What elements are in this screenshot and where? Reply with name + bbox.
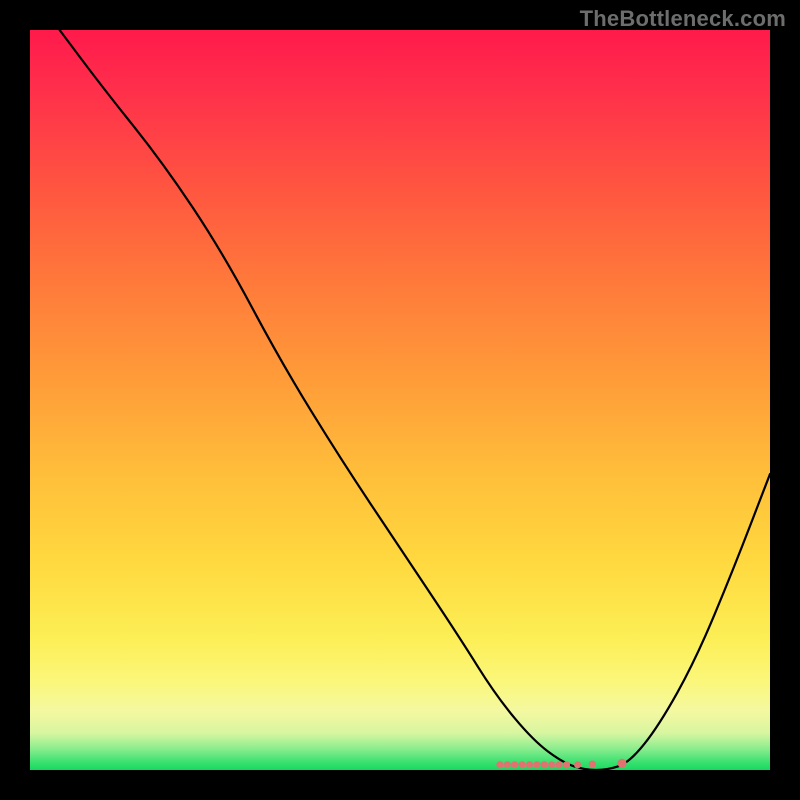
marker-dot <box>504 761 511 768</box>
marker-dot <box>519 761 526 768</box>
marker-dot <box>548 761 555 768</box>
watermark-text: TheBottleneck.com <box>580 6 786 32</box>
marker-dot <box>574 761 581 768</box>
marker-dot <box>556 761 563 768</box>
marker-dot <box>618 759 627 768</box>
marker-dot <box>541 761 548 768</box>
marker-dot <box>511 761 518 768</box>
marker-dot <box>496 761 503 768</box>
marker-dot <box>533 761 540 768</box>
marker-dot <box>526 761 533 768</box>
marker-dot <box>589 761 596 768</box>
chart-svg <box>30 30 770 770</box>
bottleneck-curve-line <box>60 30 770 770</box>
marker-dot <box>563 761 570 768</box>
plot-area <box>30 30 770 770</box>
